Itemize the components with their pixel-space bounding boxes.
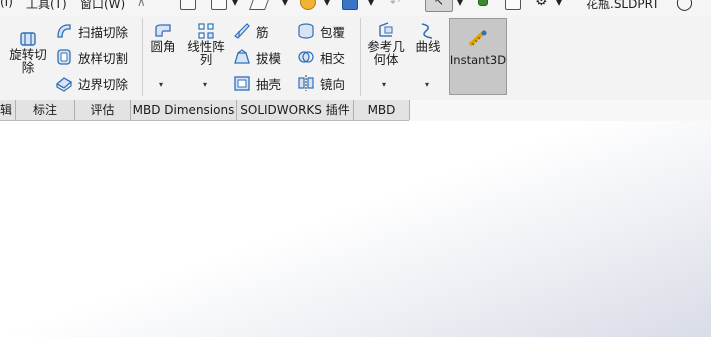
file-properties-icon[interactable] [505, 0, 521, 10]
menu-bar: (I) 工具(T) 窗口(W) ⊼ ▾ ▾ ▾ ▾ ↶ ↖ ▾ ⚙ ▾ 花瓶.S… [0, 0, 711, 16]
linear-pattern-dropdown-icon[interactable]: ▾ [203, 80, 207, 89]
rib-button[interactable]: 筋 [233, 20, 269, 42]
shell-icon [234, 76, 250, 91]
rebuild-icon[interactable] [478, 0, 488, 6]
sweep-cut-icon [57, 24, 71, 38]
rib-icon [234, 23, 250, 39]
print-icon[interactable] [342, 0, 358, 10]
command-manager-tabs: 辑 标注 评估 MBD Dimensions SOLIDWORKS 插件 MBD [0, 100, 711, 121]
tab-strip: 辑 标注 评估 MBD Dimensions SOLIDWORKS 插件 MBD [0, 100, 410, 121]
loft-cut-button[interactable]: 放样切割 [55, 46, 128, 68]
reference-geometry-icon [379, 22, 393, 37]
tab-annotation[interactable]: 标注 [16, 100, 75, 120]
chevron-down-icon[interactable]: ▾ [232, 0, 238, 9]
save-icon[interactable] [300, 0, 316, 10]
revolve-cut-label: 旋转切除 [9, 47, 47, 75]
chevron-down-icon[interactable]: ▾ [368, 0, 374, 9]
mirror-label: 镜向 [320, 76, 346, 92]
boundary-cut-label: 边界切除 [78, 76, 129, 92]
graphics-area[interactable] [0, 121, 711, 337]
menu-window[interactable]: 窗口(W) [80, 0, 125, 12]
chevron-down-icon[interactable]: ▾ [282, 0, 288, 9]
instant3d-toggle[interactable]: Instant3D [449, 18, 507, 95]
chevron-down-icon[interactable]: ▾ [457, 0, 463, 9]
draft-label: 拔模 [256, 50, 282, 66]
menu-edge-text[interactable]: (I) [0, 0, 13, 9]
tab-edit[interactable]: 辑 [0, 100, 16, 120]
chevron-down-icon[interactable]: ▾ [324, 0, 330, 9]
wrap-icon [298, 23, 314, 39]
curves-dropdown-icon[interactable]: ▾ [425, 80, 429, 89]
draft-button[interactable]: 拔模 [233, 46, 281, 68]
open-icon[interactable] [249, 0, 271, 10]
intersect-icon [298, 51, 314, 63]
document-title: 花瓶.SLDPRT [586, 0, 660, 11]
loft-cut-icon [57, 49, 71, 65]
tab-evaluate[interactable]: 评估 [75, 100, 131, 120]
tab-mbd-dimensions[interactable]: MBD Dimensions [131, 100, 237, 120]
linear-pattern-label: 线性阵列 [187, 39, 225, 67]
home-icon[interactable] [180, 0, 196, 10]
linear-pattern-button[interactable]: 线性阵列 [184, 22, 228, 66]
chevron-down-icon[interactable]: ▾ [556, 0, 562, 9]
linear-pattern-icon [198, 23, 214, 39]
reference-geometry-label: 参考几何体 [367, 39, 405, 67]
reference-geometry-button[interactable]: 参考几何体 [364, 22, 408, 66]
mirror-button[interactable]: 镜向 [297, 72, 345, 94]
rib-label: 筋 [256, 24, 269, 40]
ribbon-separator [360, 18, 361, 96]
curves-label: 曲线 [415, 39, 441, 54]
revolve-cut-icon [20, 32, 36, 46]
instant3d-icon [468, 30, 487, 47]
shell-button[interactable]: 抽壳 [233, 72, 281, 94]
intersect-label: 相交 [320, 50, 346, 66]
curves-button[interactable]: 曲线 [412, 22, 444, 53]
wrap-button[interactable]: 包覆 [297, 20, 345, 42]
fillet-icon [155, 24, 171, 37]
sweep-cut-label: 扫描切除 [78, 24, 129, 40]
wrap-label: 包覆 [320, 24, 346, 40]
shell-label: 抽壳 [256, 76, 282, 92]
ribbon-separator [142, 18, 143, 96]
sweep-cut-button[interactable]: 扫描切除 [55, 20, 128, 42]
pin-icon[interactable]: ⊼ [137, 0, 146, 9]
draft-icon [234, 49, 250, 64]
fillet-dropdown-icon[interactable]: ▾ [159, 80, 163, 89]
instant3d-label: Instant3D [449, 53, 507, 67]
cursor-arrow-icon: ↖ [434, 0, 445, 8]
user-account-icon[interactable]: ◯ [676, 0, 693, 11]
tab-mbd[interactable]: MBD [354, 100, 410, 120]
fillet-label: 圆角 [150, 39, 176, 54]
curves-icon [421, 23, 433, 39]
fillet-button[interactable]: 圆角 [148, 22, 178, 53]
loft-cut-label: 放样切割 [78, 50, 129, 66]
gear-icon[interactable]: ⚙ [535, 0, 548, 9]
undo-icon[interactable]: ↶ [390, 0, 400, 9]
mirror-icon [298, 75, 314, 91]
boundary-cut-icon [55, 77, 73, 92]
new-document-icon[interactable] [211, 0, 227, 10]
tab-solidworks-addins[interactable]: SOLIDWORKS 插件 [237, 100, 354, 120]
reference-geometry-dropdown-icon[interactable]: ▾ [382, 80, 386, 89]
intersect-button[interactable]: 相交 [297, 46, 345, 68]
menu-tools[interactable]: 工具(T) [26, 0, 67, 12]
command-manager-ribbon: 旋转切除 扫描切除 放样切割 边界切除 圆角 ▾ 线性阵列 ▾ 筋 拔模 抽壳 … [0, 16, 711, 100]
revolve-cut-button[interactable]: 旋转切除 [6, 30, 50, 74]
boundary-cut-button[interactable]: 边界切除 [55, 72, 128, 94]
